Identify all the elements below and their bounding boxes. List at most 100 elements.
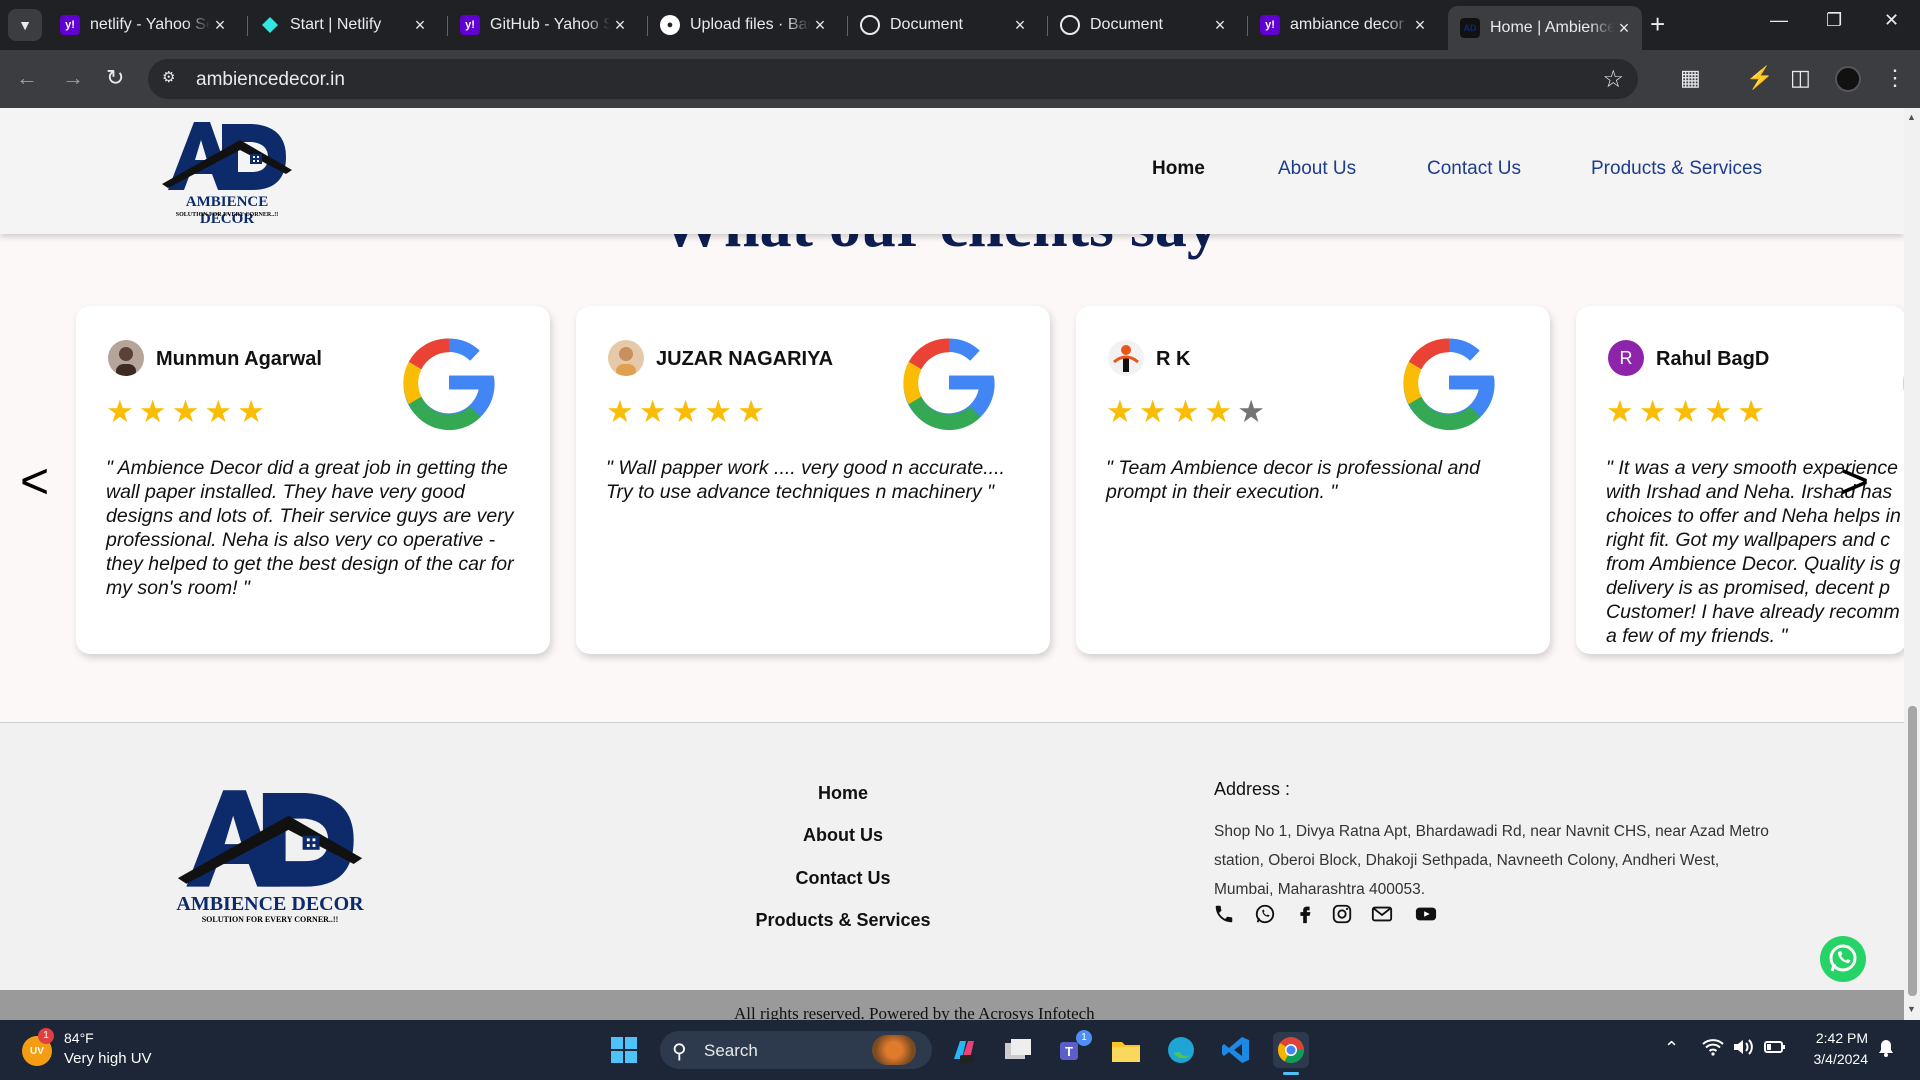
tab-separator	[1247, 16, 1248, 36]
footer-link-products-services[interactable]: Products & Services	[693, 910, 993, 931]
instagram-icon[interactable]	[1331, 903, 1355, 927]
edge-icon[interactable]	[1163, 1032, 1199, 1068]
address-bar[interactable]: ⚙ ambiencedecor.in ☆	[148, 59, 1638, 99]
tab-title: Document	[1090, 16, 1163, 33]
nav-home[interactable]: Home	[1152, 158, 1205, 180]
tab-close-icon[interactable]: ×	[1010, 15, 1030, 36]
tab-search-button[interactable]: ▼	[8, 9, 42, 41]
browser-tab-1[interactable]: y! netlify - Yahoo Search Results×	[48, 6, 238, 44]
site-logo[interactable]: AMBIENCE DECOR SOLUTION FOR EVERY CORNER…	[160, 114, 294, 227]
volume-icon[interactable]	[1732, 1038, 1754, 1061]
menu-icon[interactable]: ⋮	[1884, 64, 1906, 92]
scrollbar-thumb[interactable]	[1908, 706, 1917, 996]
google-icon	[1396, 330, 1502, 436]
tab-title: Upload files · Backend	[690, 16, 810, 33]
star-filled-icon: ★	[704, 394, 738, 429]
minimize-icon[interactable]: —	[1770, 10, 1788, 31]
star-filled-icon: ★	[138, 394, 172, 429]
testimonial-card: R K ★★★★★ " Team Ambience decor is profess…	[1076, 306, 1550, 654]
url-text[interactable]: ambiencedecor.in	[196, 69, 345, 91]
browser-tab-7[interactable]: y! ambiance decor - Yahoo×	[1248, 6, 1438, 44]
new-tab-button[interactable]: +	[1650, 10, 1665, 38]
browser-tab-3[interactable]: y! GitHub - Yahoo Search Results×	[448, 6, 638, 44]
facebook-icon[interactable]	[1294, 903, 1318, 927]
browser-tab-2[interactable]: Start | Netlify ×	[248, 6, 438, 44]
site-header: AMBIENCE DECOR SOLUTION FOR EVERY CORNER…	[0, 108, 1904, 234]
side-panel-icon[interactable]: ◫	[1790, 64, 1811, 92]
reload-icon[interactable]: ↻	[106, 64, 124, 92]
weather-badge: 1	[38, 1028, 54, 1044]
tab-separator	[247, 16, 248, 36]
star-rating: ★★★★★	[606, 394, 770, 430]
reviewer-avatar	[608, 340, 644, 376]
tab-close-icon[interactable]: ×	[210, 15, 230, 36]
yahoo-icon: y!	[1260, 15, 1280, 35]
forward-icon[interactable]: →	[62, 64, 84, 92]
tab-close-icon[interactable]: ×	[1410, 15, 1430, 36]
footer-link-home[interactable]: Home	[693, 783, 993, 804]
vscode-icon[interactable]	[1218, 1032, 1254, 1068]
nav-products-services[interactable]: Products & Services	[1591, 158, 1762, 180]
browser-tab-4[interactable]: ● Upload files · Backend×	[648, 6, 838, 44]
tab-close-icon[interactable]: ×	[610, 15, 630, 36]
back-icon[interactable]: ←	[16, 64, 38, 92]
close-window-icon[interactable]: ✕	[1884, 10, 1899, 31]
page-scrollbar[interactable]: ▲ ▼	[1904, 108, 1920, 1020]
tab-close-icon[interactable]: ×	[810, 15, 830, 36]
footer-link-contact-us[interactable]: Contact Us	[693, 868, 993, 889]
profile-avatar[interactable]	[1835, 66, 1861, 92]
site-info-icon[interactable]: ⚙	[162, 68, 184, 90]
browser-tab-6[interactable]: Document ×	[1048, 6, 1238, 44]
restore-icon[interactable]: ❐	[1826, 10, 1842, 31]
slider-prev-button[interactable]: <	[20, 452, 49, 510]
nav-about-us[interactable]: About Us	[1278, 158, 1356, 180]
task-view-icon[interactable]	[1000, 1032, 1036, 1068]
chrome-icon[interactable]	[1273, 1032, 1309, 1075]
testimonial-card: Munmun Agarwal ★★★★★ " Ambience Decor did …	[76, 306, 550, 654]
copilot-icon[interactable]	[945, 1032, 981, 1068]
clock-date[interactable]: 3/4/2024	[1802, 1051, 1869, 1067]
taskbar-search[interactable]: ⚲ Search	[660, 1031, 932, 1069]
star-filled-icon: ★	[106, 394, 139, 429]
mail-icon[interactable]	[1370, 903, 1394, 927]
battery-icon[interactable]	[1764, 1038, 1786, 1061]
star-filled-icon: ★	[1171, 394, 1205, 429]
star-filled-icon: ★	[606, 394, 639, 429]
star-rating: ★★★★★	[1606, 394, 1770, 430]
star-filled-icon: ★	[1671, 394, 1705, 429]
footer-logo[interactable]: AMBIENCE DECOR SOLUTION FOR EVERY CORNER…	[175, 775, 365, 925]
tab-close-icon[interactable]: ×	[410, 15, 430, 36]
tab-close-icon[interactable]: ×	[1210, 15, 1230, 36]
browser-toolbar: ← → ↻ ⚙ ambiencedecor.in ☆ ▦ ⚡ ◫ ⋮	[0, 50, 1920, 108]
phone-icon[interactable]	[1213, 903, 1237, 927]
performance-icon[interactable]: ⚡	[1746, 64, 1773, 92]
wifi-icon[interactable]	[1702, 1038, 1724, 1061]
globe-icon	[860, 15, 880, 35]
slider-next-button[interactable]: >	[1840, 452, 1869, 510]
tab-close-icon[interactable]: ×	[1614, 18, 1634, 39]
star-filled-icon: ★	[1204, 394, 1238, 429]
browser-tab-8[interactable]: AD Home | Ambience Decor×	[1448, 6, 1642, 50]
file-explorer-icon[interactable]	[1108, 1032, 1144, 1068]
weather-temp[interactable]: 84°F	[64, 1030, 94, 1046]
notifications-bell-icon[interactable]	[1876, 1038, 1896, 1063]
footer-link-about-us[interactable]: About Us	[693, 825, 993, 846]
extensions-icon[interactable]: ▦	[1680, 64, 1701, 92]
logo-tagline: SOLUTION FOR EVERY CORNER..!!	[175, 212, 279, 218]
browser-tab-5[interactable]: Document ×	[848, 6, 1038, 44]
star-filled-icon: ★	[1737, 394, 1770, 429]
scroll-up-icon[interactable]: ▲	[1907, 112, 1916, 122]
teams-icon[interactable]: T 1	[1054, 1030, 1092, 1068]
weather-desc[interactable]: Very high UV	[64, 1050, 152, 1067]
clock-time[interactable]: 2:42 PM	[1802, 1030, 1868, 1046]
star-filled-icon: ★	[237, 394, 270, 429]
start-icon[interactable]	[606, 1032, 642, 1068]
bookmark-star-icon[interactable]: ☆	[1602, 65, 1624, 94]
globe-icon	[1060, 15, 1080, 35]
scroll-down-icon[interactable]: ▼	[1907, 1004, 1916, 1014]
youtube-icon[interactable]	[1414, 903, 1438, 927]
nav-contact-us[interactable]: Contact Us	[1427, 158, 1521, 180]
whatsapp-float-button[interactable]	[1820, 936, 1866, 982]
whatsapp-icon[interactable]	[1254, 903, 1278, 927]
tray-overflow-icon[interactable]: ⌃	[1664, 1038, 1679, 1059]
